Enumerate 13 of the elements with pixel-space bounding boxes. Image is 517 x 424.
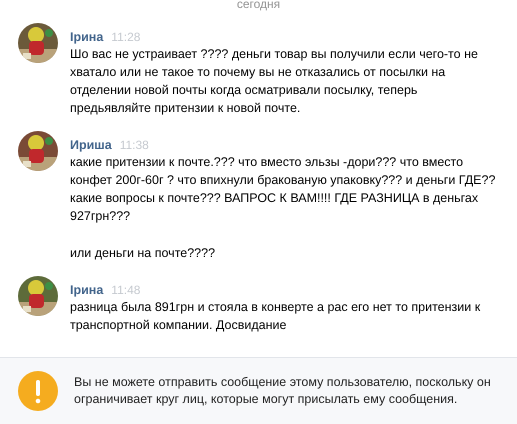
message-time: 11:48: [111, 283, 140, 297]
notice-text: Вы не можете отправить сообщение этому пользователю, поскольку он ограничивает круг лиц, которые могут присылать ему сообщения.: [74, 374, 492, 408]
warning-icon: [18, 371, 58, 411]
message-text: разница была 891грн и стояла в конверте а рас его нет то притензии к транспортной компании. Досвидание: [70, 299, 482, 334]
message-time: 11:28: [111, 30, 140, 44]
message-time: 11:38: [120, 138, 149, 152]
message-text: или деньги на почте????: [70, 245, 216, 262]
message-text: Шо вас не устраивает ???? деньги товар вы получили если чего-то не хватало или не такое то почему вы не отказались от посылки на отделении новой почты когда осматривали посылку, теперь предьявляйте притензии к новой почте.: [70, 46, 479, 117]
date-divider: сегодня: [236, 0, 282, 11]
author-name[interactable]: Ириша: [70, 138, 112, 152]
author-name[interactable]: Ірина: [70, 30, 104, 44]
author-name[interactable]: Ірина: [70, 283, 104, 297]
message-text: какие притензии к почте.??? что вместо эльзы -дори??? что вместо конфет 200г-60г ? что впихнули бракованую упаковку??? и деньги ГДЕ?? какие вопросы к почте??? ВАПРОС К ВАМ!!!! ГДЕ РАЗНИЦА в деньгах 927грн???: [70, 154, 496, 225]
